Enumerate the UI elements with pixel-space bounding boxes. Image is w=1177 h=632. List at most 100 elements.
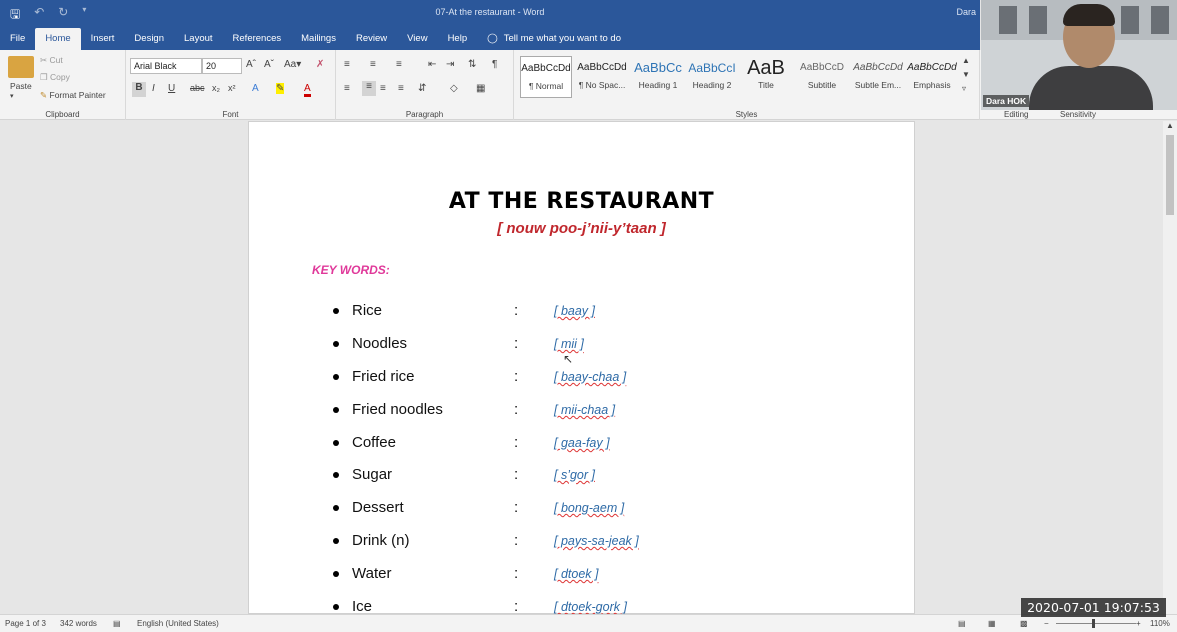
tab-view[interactable]: View [397,28,437,50]
sensitivity-label[interactable]: Sensitivity [1060,110,1096,119]
styles-group-label: Styles [735,110,758,119]
zoom-slider-handle[interactable] [1092,619,1095,628]
subscript-icon[interactable]: x₂ [212,83,220,93]
bullet-icon [333,407,339,413]
underline-icon[interactable]: U [168,83,175,94]
ribbon-tabs: File Home Insert Design Layout Reference… [0,26,980,50]
italic-icon[interactable]: I [152,83,155,94]
style-subtle-emphasis[interactable]: AaBbCcDd Subtle Em... [852,56,904,98]
zoom-level[interactable]: 110% [1150,619,1170,628]
borders-icon[interactable]: ▦ [476,83,485,94]
shading-icon[interactable]: ◇ [450,83,458,94]
proofing-icon[interactable]: ▤ [113,619,121,628]
sort-icon[interactable]: ⇅ [468,59,476,70]
format-painter-button[interactable]: ✎ Format Painter [40,90,106,101]
tab-references[interactable]: References [223,28,292,50]
highlight-icon[interactable]: ✎ [276,83,285,94]
paste-button[interactable]: Paste [10,81,32,91]
language-label[interactable]: English (United States) [137,619,219,628]
styles-group: AaBbCcDd ¶ Normal AaBbCcDd ¶ No Spac... Aa… [514,50,980,120]
document-title: AT THE RESTAURANT [448,189,715,214]
bullet-icon [333,374,339,380]
clear-formatting-icon[interactable]: ✗ [316,59,324,70]
word-count[interactable]: 342 words [60,619,97,628]
list-item: Noodles:[ mii ] [333,335,893,357]
mouse-cursor-icon: ↖ [563,352,574,366]
align-center-icon[interactable]: ≡ [362,81,376,96]
line-spacing-icon[interactable]: ⇵ [418,83,426,94]
style-heading-1[interactable]: AaBbCc Heading 1 [632,56,684,98]
text-effects-icon[interactable]: A [252,83,259,94]
tell-me-box[interactable]: ◯ Tell me what you want to do [487,28,621,50]
font-name-field[interactable]: Arial Black [130,58,202,74]
print-layout-icon[interactable]: ▦ [988,619,996,628]
list-item: Fried noodles:[ mii-chaa ] [333,401,893,423]
bullet-icon [333,505,339,511]
zoom-in-icon[interactable]: + [1136,619,1141,628]
list-item: Fried rice:[ baay-chaa ] [333,368,893,390]
style-no-spacing[interactable]: AaBbCcDd ¶ No Spac... [576,56,628,98]
style-subtitle[interactable]: AaBbCcD Subtitle [796,56,848,98]
styles-scroll-up-icon[interactable]: ▲ [962,56,970,65]
bullets-icon[interactable]: ≡ [344,59,350,70]
styles-more-icon[interactable]: ▿ [962,84,966,93]
font-size-field[interactable]: 20 [202,58,242,74]
list-item: Water:[ dtoek ] [333,565,893,587]
styles-scroll-down-icon[interactable]: ▼ [962,70,970,79]
copy-button[interactable]: ❐ Copy [40,72,70,83]
scroll-up-icon[interactable]: ▲ [1166,121,1174,130]
tab-help[interactable]: Help [438,28,478,50]
style-title[interactable]: AaB Title [740,56,792,98]
document-page[interactable]: AT THE RESTAURANT [ nouw poo-j’nii-y’taa… [248,121,915,614]
show-marks-icon[interactable]: ¶ [492,59,497,70]
numbering-icon[interactable]: ≡ [370,59,376,70]
bullet-icon [333,604,339,610]
wall-poster [1029,6,1047,34]
bullet-icon [333,538,339,544]
bold-icon[interactable]: B [132,82,146,97]
paste-icon[interactable] [8,56,34,78]
tab-mailings[interactable]: Mailings [291,28,346,50]
font-group: Arial Black 20 Aˆ Aˇ Aa▾ ✗ B I U abc x₂ … [126,50,336,120]
tab-layout[interactable]: Layout [174,28,223,50]
editing-label[interactable]: Editing [1004,110,1028,119]
superscript-icon[interactable]: x² [228,83,236,93]
align-right-icon[interactable]: ≡ [380,83,386,94]
list-item: Rice:[ baay ] [333,302,893,324]
tab-design[interactable]: Design [124,28,174,50]
align-left-icon[interactable]: ≡ [344,83,350,94]
wall-poster [1121,6,1139,34]
account-name[interactable]: Dara [956,7,976,17]
tab-review[interactable]: Review [346,28,397,50]
list-item: Drink (n):[ pays-sa-jeak ] [333,532,893,554]
zoom-out-icon[interactable]: − [1044,619,1049,628]
vertical-scrollbar[interactable]: ▲ [1163,121,1177,614]
read-mode-icon[interactable]: ▤ [958,619,966,628]
page-count[interactable]: Page 1 of 3 [5,619,46,628]
style-heading-2[interactable]: AaBbCcI Heading 2 [686,56,738,98]
style-emphasis[interactable]: AaBbCcDd Emphasis [906,56,958,98]
change-case-icon[interactable]: Aa▾ [284,59,301,70]
tab-home[interactable]: Home [35,28,81,50]
cut-button[interactable]: ✂ Cut [40,55,63,66]
zoom-slider[interactable] [1056,623,1136,624]
status-bar: Page 1 of 3 342 words ▤ English (United … [0,614,1177,632]
tab-insert[interactable]: Insert [81,28,125,50]
grow-font-icon[interactable]: Aˆ [246,59,256,70]
shrink-font-icon[interactable]: Aˇ [264,59,274,70]
scrollbar-thumb[interactable] [1166,135,1174,215]
justify-icon[interactable]: ≡ [398,83,404,94]
tab-file[interactable]: File [0,28,35,50]
font-color-icon[interactable]: A [304,83,311,97]
paste-dropdown-icon[interactable]: ▾ [10,92,14,100]
multilevel-list-icon[interactable]: ≡ [396,59,402,70]
strikethrough-icon[interactable]: abc [190,83,205,93]
bullet-icon [333,440,339,446]
document-area: AT THE RESTAURANT [ nouw poo-j’nii-y’taa… [0,121,1163,614]
style-normal[interactable]: AaBbCcDd ¶ Normal [520,56,572,98]
clipboard-group: Paste ▾ ✂ Cut ❐ Copy ✎ Format Painter Cl… [0,50,126,120]
decrease-indent-icon[interactable]: ⇤ [428,59,436,70]
wall-poster [999,6,1017,34]
web-layout-icon[interactable]: ▩ [1020,619,1028,628]
increase-indent-icon[interactable]: ⇥ [446,59,454,70]
